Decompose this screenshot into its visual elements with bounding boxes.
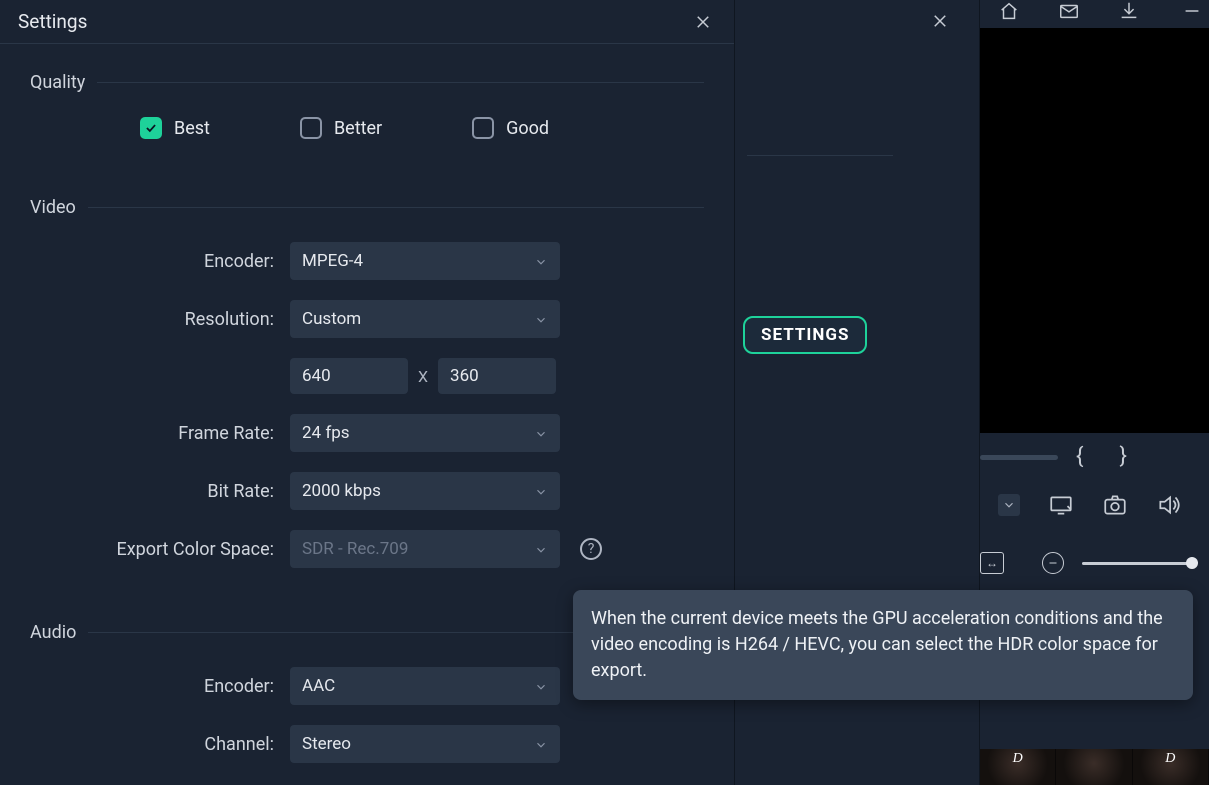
home-icon[interactable] bbox=[998, 0, 1020, 22]
close-icon[interactable] bbox=[929, 10, 951, 32]
progress-bar[interactable] bbox=[980, 455, 1058, 460]
bitrate-select[interactable]: 2000 kbps bbox=[290, 472, 560, 510]
bracket-close: } bbox=[1119, 444, 1126, 469]
camera-icon[interactable] bbox=[1102, 492, 1128, 518]
resolution-label: Resolution: bbox=[30, 309, 290, 330]
chevron-down-icon bbox=[534, 679, 548, 693]
chevron-down-icon bbox=[534, 484, 548, 498]
checkbox-empty-icon bbox=[472, 117, 494, 139]
divider bbox=[747, 155, 893, 156]
minimize-icon[interactable] bbox=[1181, 0, 1203, 22]
channel-label: Channel: bbox=[30, 734, 290, 755]
chevron-down-icon bbox=[534, 542, 548, 556]
download-icon[interactable] bbox=[1118, 0, 1140, 22]
quality-section: Quality Best Better Good bbox=[0, 44, 734, 139]
quality-good-option[interactable]: Good bbox=[472, 117, 549, 139]
colorspace-label: Export Color Space: bbox=[30, 539, 290, 560]
dimension-separator: X bbox=[418, 367, 428, 386]
bitrate-value: 2000 kbps bbox=[302, 481, 381, 501]
audio-section-label: Audio bbox=[30, 622, 76, 643]
chevron-down-icon bbox=[534, 312, 548, 326]
chevron-down-icon bbox=[534, 254, 548, 268]
quality-best-option[interactable]: Best bbox=[140, 117, 210, 139]
dropdown-toggle[interactable] bbox=[998, 494, 1020, 516]
thumbnail-strip[interactable]: D D bbox=[980, 749, 1209, 785]
preview-area bbox=[980, 28, 1209, 433]
zoom-slider[interactable] bbox=[1082, 562, 1194, 565]
encoder-label: Encoder: bbox=[30, 251, 290, 272]
video-section-label: Video bbox=[30, 197, 76, 218]
video-section: Video Encoder: MPEG-4 Resolution: Custom… bbox=[0, 169, 734, 568]
speaker-icon[interactable] bbox=[1156, 492, 1182, 518]
audio-encoder-value: AAC bbox=[302, 676, 335, 696]
colorspace-tooltip: When the current device meets the GPU ac… bbox=[573, 590, 1193, 700]
thumbnail[interactable] bbox=[1056, 749, 1132, 785]
fit-icon[interactable]: ↔ bbox=[980, 552, 1004, 574]
thumbnail-letter: D bbox=[1165, 751, 1175, 767]
quality-label: Quality bbox=[30, 72, 85, 93]
close-icon[interactable] bbox=[692, 11, 714, 33]
chevron-down-icon bbox=[534, 737, 548, 751]
bitrate-label: Bit Rate: bbox=[30, 481, 290, 502]
resolution-value: Custom bbox=[302, 309, 361, 329]
chevron-down-icon bbox=[534, 426, 548, 440]
audio-encoder-label: Encoder: bbox=[30, 676, 290, 697]
bracket-open: { bbox=[1076, 444, 1083, 469]
video-encoder-select[interactable]: MPEG-4 bbox=[290, 242, 560, 280]
colorspace-select[interactable]: SDR - Rec.709 bbox=[290, 530, 560, 568]
slider-thumb[interactable] bbox=[1186, 557, 1198, 569]
divider bbox=[88, 207, 704, 208]
framerate-value: 24 fps bbox=[302, 423, 350, 443]
mail-icon[interactable] bbox=[1058, 0, 1080, 22]
settings-button[interactable]: SETTINGS bbox=[743, 316, 867, 354]
channel-select[interactable]: Stereo bbox=[290, 725, 560, 763]
settings-header: Settings bbox=[0, 0, 734, 44]
height-input[interactable] bbox=[438, 358, 556, 394]
thumbnail[interactable]: D bbox=[1133, 749, 1209, 785]
thumbnail-letter: D bbox=[1013, 751, 1023, 767]
resolution-select[interactable]: Custom bbox=[290, 300, 560, 338]
thumbnail[interactable]: D bbox=[980, 749, 1056, 785]
bracket-markers[interactable]: { } bbox=[1076, 444, 1127, 469]
settings-title: Settings bbox=[18, 10, 87, 33]
width-input[interactable] bbox=[290, 358, 408, 394]
monitor-icon[interactable] bbox=[1048, 492, 1074, 518]
channel-value: Stereo bbox=[302, 734, 351, 754]
video-encoder-value: MPEG-4 bbox=[302, 251, 363, 271]
quality-good-label: Good bbox=[506, 118, 549, 139]
checkbox-empty-icon bbox=[300, 117, 322, 139]
checkbox-checked-icon bbox=[140, 117, 162, 139]
help-icon[interactable]: ? bbox=[580, 538, 602, 560]
quality-better-label: Better bbox=[334, 118, 382, 139]
quality-better-option[interactable]: Better bbox=[300, 117, 382, 139]
divider bbox=[97, 82, 704, 83]
audio-encoder-select[interactable]: AAC bbox=[290, 667, 560, 705]
colorspace-value: SDR - Rec.709 bbox=[302, 539, 408, 559]
quality-best-label: Best bbox=[174, 118, 210, 139]
framerate-label: Frame Rate: bbox=[30, 423, 290, 444]
zoom-out-icon[interactable] bbox=[1042, 552, 1064, 574]
framerate-select[interactable]: 24 fps bbox=[290, 414, 560, 452]
